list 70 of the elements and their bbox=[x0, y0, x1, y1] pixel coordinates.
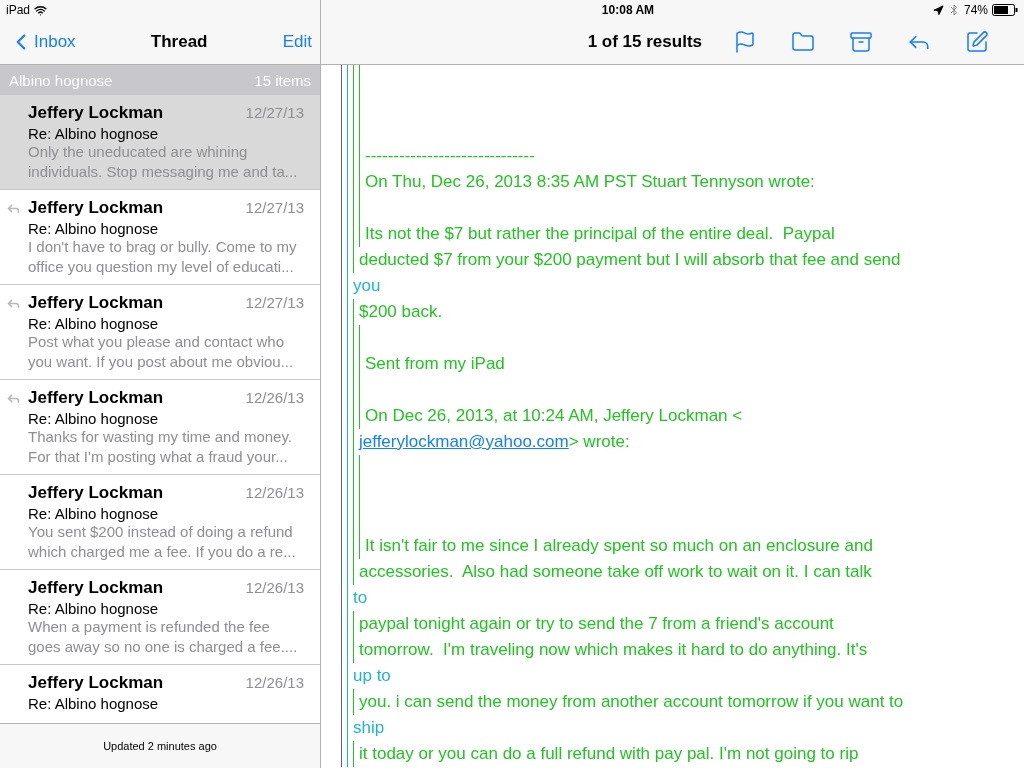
email-link[interactable]: jefferylockman@yahoo.com bbox=[359, 432, 569, 451]
message-subject: Re: Albino hognose bbox=[28, 125, 160, 142]
message-preview: For that I'm posting what a fraud your... bbox=[28, 447, 289, 467]
message-preview: I don't have to brag or bully. Come to my bbox=[28, 237, 298, 257]
location-icon bbox=[932, 4, 944, 16]
quoted-text: Sent from my iPad bbox=[365, 353, 505, 375]
message-subject: Re: Albino hognose bbox=[28, 315, 160, 332]
message-date: 12/27/13 bbox=[245, 199, 304, 216]
folder-icon bbox=[791, 30, 815, 54]
message-subject: Re: Albino hognose bbox=[28, 410, 160, 427]
message-preview: which charged me a fee. If you do a re... bbox=[28, 542, 297, 562]
quoted-text: ------------------------------ bbox=[365, 145, 535, 167]
quoted-text: $200 back. bbox=[359, 301, 443, 323]
nav-title: Thread bbox=[149, 32, 209, 52]
flag-icon bbox=[733, 30, 757, 54]
quoted-text: jefferylockman@yahoo.com> wrote: bbox=[359, 431, 630, 453]
message-date: 12/27/13 bbox=[245, 294, 304, 311]
message-subject: Re: Albino hognose bbox=[28, 695, 160, 712]
item-count: 15 items bbox=[254, 71, 311, 89]
quoted-text: tomorrow. I'm traveling now which makes it hard to do anything. It's bbox=[359, 639, 868, 661]
message-preview: individuals. Stop messaging me and ta... bbox=[28, 162, 299, 182]
message-preview: You sent $200 instead of doing a refund bbox=[28, 522, 294, 542]
sender-name: Jeffery Lockman bbox=[28, 673, 164, 693]
message-date: 12/27/13 bbox=[245, 104, 304, 121]
message-preview: office you question my level of educati... bbox=[28, 257, 295, 277]
sender-name: Jeffery Lockman bbox=[28, 103, 164, 123]
quoted-text: paypal tonight again or try to send the 7 from a friend's account bbox=[359, 613, 834, 635]
message-preview: goes away so no one is charged a fee.... bbox=[28, 637, 299, 657]
quoted-text: On Thu, Dec 26, 2013 8:35 AM PST Stuart Tennyson wrote: bbox=[365, 171, 815, 193]
back-button[interactable]: Inbox bbox=[8, 29, 76, 55]
battery-percent: 74% bbox=[963, 3, 988, 17]
quoted-text: to bbox=[353, 587, 368, 609]
quoted-text: deducted $7 from your $200 payment but I will absorb that fee and send bbox=[359, 249, 901, 271]
quoted-text: it today or you can do a full refund with pay pal. I'm not going to rip bbox=[359, 743, 859, 765]
message-preview: When a payment is refunded the fee bbox=[28, 617, 271, 637]
message-date: 12/26/13 bbox=[245, 674, 304, 691]
message-subject: Re: Albino hognose bbox=[28, 505, 160, 522]
message-subject: Re: Albino hognose bbox=[28, 600, 160, 617]
results-count: 1 of 15 results bbox=[587, 32, 702, 52]
message-preview: Only the uneducated are whining bbox=[28, 142, 249, 162]
message-date: 12/26/13 bbox=[245, 484, 304, 501]
sender-name: Jeffery Lockman bbox=[28, 578, 164, 598]
quoted-text: ship bbox=[353, 717, 385, 739]
quoted-text: Its not the $7 but rather the principal of the entire deal. Paypal bbox=[365, 223, 835, 245]
sender-name: Jeffery Lockman bbox=[28, 483, 164, 503]
archive-box-icon bbox=[849, 30, 873, 54]
message-row[interactable]: Jeffery Lockman 12/27/13 Re: Albino hognose Only the uneducated are whining individuals. Stop messaging me and ta... bbox=[0, 95, 320, 190]
sender-name: Jeffery Lockman bbox=[28, 388, 164, 408]
sender-name: Jeffery Lockman bbox=[28, 198, 164, 218]
message-date: 12/26/13 bbox=[245, 389, 304, 406]
message-preview: you want. If you post about me obviou... bbox=[28, 352, 295, 372]
clock: 10:08 AM bbox=[601, 3, 655, 17]
quoted-text: you. i can send the money from another account tomorrow if you want to bbox=[359, 691, 904, 713]
sender-name: Jeffery Lockman bbox=[28, 293, 164, 313]
message-date: 12/26/13 bbox=[245, 579, 304, 596]
message-preview: Post what you please and contact who bbox=[28, 332, 285, 352]
quoted-text: It isn't fair to me since I already spent so much on an enclosure and bbox=[365, 535, 873, 557]
group-title: Albino hognose bbox=[9, 71, 113, 89]
quoted-text: you bbox=[353, 275, 381, 297]
message-preview: Thanks for wasting my time and money. bbox=[28, 427, 293, 447]
compose-icon bbox=[965, 30, 989, 54]
quoted-text: On Dec 26, 2013, at 10:24 AM, Jeffery Lockman < bbox=[365, 405, 743, 427]
wifi-icon bbox=[34, 3, 48, 17]
message-subject: Re: Albino hognose bbox=[28, 220, 160, 237]
quoted-text: accessories. Also had someone take off work to wait on it. I can talk bbox=[359, 561, 872, 583]
edit-button[interactable]: Edit bbox=[282, 32, 312, 52]
update-status: Updated 2 minutes ago bbox=[103, 740, 217, 752]
quoted-text: up to bbox=[353, 665, 391, 687]
device-name: iPad bbox=[6, 3, 31, 17]
battery-icon bbox=[992, 4, 1018, 16]
